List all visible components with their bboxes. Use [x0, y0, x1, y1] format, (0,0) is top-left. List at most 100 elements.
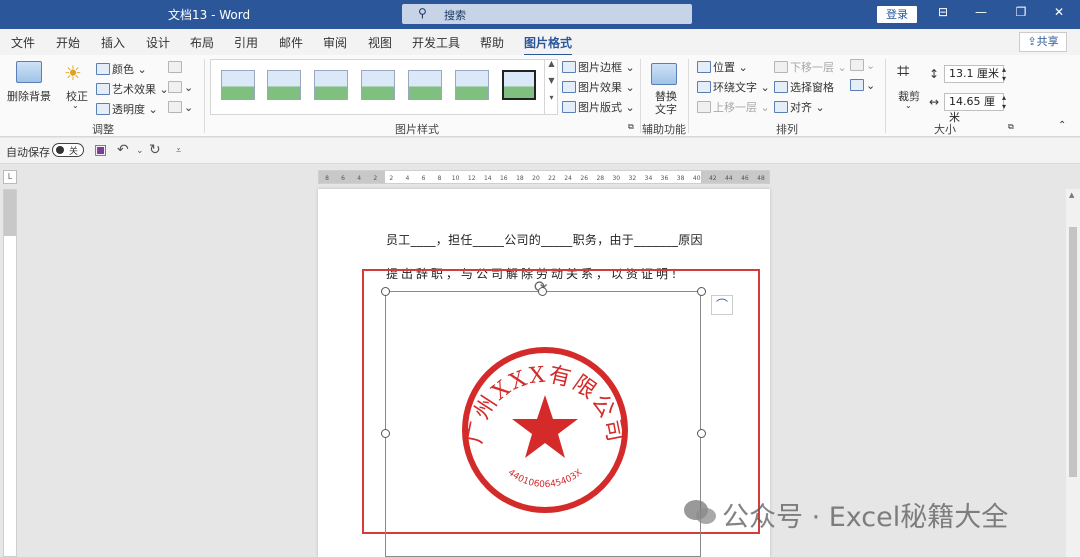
- style-thumb-5[interactable]: [408, 70, 442, 100]
- resize-handle-tl[interactable]: [381, 287, 390, 296]
- resize-handle-left[interactable]: [381, 429, 390, 438]
- send-backward-button[interactable]: 下移一层 ⌄: [774, 59, 847, 75]
- width-input[interactable]: 14.65 厘米: [944, 93, 1004, 124]
- alt-text-line2[interactable]: 文字: [655, 101, 677, 117]
- ribbon-display-icon[interactable]: ⊟: [934, 5, 952, 19]
- collapse-ribbon-icon[interactable]: ⌃: [1058, 120, 1066, 131]
- dialog-launcher-icon[interactable]: ⧉: [628, 122, 634, 132]
- tab-layout[interactable]: 布局: [190, 34, 214, 51]
- tab-file[interactable]: 文件: [11, 34, 35, 51]
- login-button[interactable]: 登录: [877, 6, 917, 23]
- picture-layout-button[interactable]: 图片版式 ⌄: [562, 99, 635, 115]
- resize-handle-tr[interactable]: [697, 287, 706, 296]
- style-thumb-7[interactable]: [502, 70, 536, 100]
- style-thumb-3[interactable]: [314, 70, 348, 100]
- style-thumb-2[interactable]: [267, 70, 301, 100]
- compress-pictures-icon[interactable]: [168, 61, 184, 74]
- color-icon: [96, 63, 110, 75]
- ruler-mark: 32: [629, 175, 637, 182]
- restore-icon[interactable]: ❐: [1012, 5, 1030, 19]
- gallery-scroller[interactable]: ▲ ▼ ▾: [544, 59, 558, 115]
- tab-developer[interactable]: 开发工具: [412, 34, 460, 51]
- vertical-ruler[interactable]: [3, 189, 17, 557]
- vertical-scrollbar[interactable]: ▲: [1066, 189, 1080, 557]
- save-icon[interactable]: ▣: [94, 142, 107, 158]
- tab-insert[interactable]: 插入: [101, 34, 125, 51]
- size-dialog-launcher-icon[interactable]: ⧉: [1008, 122, 1014, 132]
- style-thumb-6[interactable]: [455, 70, 489, 100]
- group-objects-icon[interactable]: ⌄: [850, 59, 875, 72]
- document-line-1[interactable]: 员工____，担任_____公司的_____职务，由于_______原因: [386, 231, 703, 248]
- bring-forward-button[interactable]: 上移一层 ⌄: [697, 99, 770, 115]
- reset-picture-icon[interactable]: ⌄: [168, 101, 193, 114]
- resize-handle-top[interactable]: [538, 287, 547, 296]
- tab-help[interactable]: 帮助: [480, 34, 504, 51]
- artistic-effects-label: 艺术效果: [112, 83, 156, 96]
- share-button[interactable]: ⇪共享: [1019, 32, 1067, 52]
- remove-background-button[interactable]: 删除背景: [7, 88, 51, 104]
- wrap-text-button[interactable]: 环绕文字 ⌄: [697, 79, 770, 95]
- share-label: 共享: [1036, 35, 1059, 48]
- chevron-down-icon[interactable]: ⌄: [72, 101, 79, 110]
- scroll-up-icon[interactable]: ▲: [1069, 191, 1074, 199]
- style-thumb-4[interactable]: [361, 70, 395, 100]
- horizontal-ruler[interactable]: 8 6 4 2 2 4 6 8 10 12 14 16 18 20 22 24 26 28 30 32 34 36 38 40…: [318, 170, 770, 184]
- ruler-mark: 8: [438, 175, 442, 182]
- tab-references[interactable]: 引用: [234, 34, 258, 51]
- width-spinner-icon[interactable]: ▴ ▾: [1002, 93, 1006, 111]
- ruler-ticks: 8 6 4 2 2 4 6 8 10 12 14 16 18 20 22 24 26 28 30 32 34 36 38 40…: [325, 175, 765, 182]
- change-picture-icon[interactable]: ⌄: [168, 81, 193, 94]
- redo-icon[interactable]: ↻: [149, 142, 161, 158]
- color-button[interactable]: 颜色 ⌄: [96, 61, 147, 77]
- ruler-mark: 4: [357, 175, 361, 182]
- close-icon[interactable]: ✕: [1050, 5, 1068, 19]
- separator: [640, 59, 641, 133]
- ruler-mark: 30: [612, 175, 620, 182]
- align-button[interactable]: 对齐 ⌄: [774, 99, 825, 115]
- vruler-top-margin: [4, 190, 16, 236]
- height-spinner-icon[interactable]: ▴ ▾: [1002, 65, 1006, 83]
- crop-icon[interactable]: ⌗: [897, 59, 909, 84]
- wrap-text-icon: [697, 81, 711, 93]
- crop-chevron-icon[interactable]: ⌄: [905, 101, 912, 110]
- tab-review[interactable]: 审阅: [323, 34, 347, 51]
- undo-icon[interactable]: ↶: [117, 142, 129, 158]
- alt-text-icon[interactable]: [651, 63, 677, 85]
- ribbon: 删除背景 ☀ 校正 ⌄ 颜色 ⌄ 艺术效果 ⌄ 透明度 ⌄ ⌄ ⌄ 调整 ▲ ▼…: [0, 55, 1080, 137]
- artistic-effects-button[interactable]: 艺术效果 ⌄: [96, 81, 169, 97]
- scrollbar-thumb[interactable]: [1069, 227, 1077, 477]
- tab-mailings[interactable]: 邮件: [279, 34, 303, 51]
- picture-effects-button[interactable]: 图片效果 ⌄: [562, 79, 635, 95]
- corrections-icon[interactable]: ☀: [64, 61, 82, 85]
- selection-pane-button[interactable]: 选择窗格: [774, 79, 834, 95]
- group-label-arrange: 排列: [776, 123, 798, 136]
- align-label: 对齐: [790, 101, 812, 114]
- search-box[interactable]: ⚲ 搜索: [402, 4, 692, 24]
- resize-handle-right[interactable]: [697, 429, 706, 438]
- ruler-mark: 2: [389, 175, 393, 182]
- rotate-objects-icon[interactable]: ⌄: [850, 79, 875, 92]
- position-button[interactable]: 位置 ⌄: [697, 59, 748, 75]
- tab-home[interactable]: 开始: [56, 34, 80, 51]
- tab-view[interactable]: 视图: [368, 34, 392, 51]
- tab-picture-format[interactable]: 图片格式: [524, 34, 573, 57]
- remove-background-icon[interactable]: [16, 61, 42, 83]
- customize-qat-icon[interactable]: ⩡: [176, 146, 181, 156]
- gallery-more-icon[interactable]: ▾: [545, 93, 558, 102]
- picture-border-button[interactable]: 图片边框 ⌄: [562, 59, 635, 75]
- tab-design[interactable]: 设计: [146, 34, 170, 51]
- ruler-mark: 38: [677, 175, 685, 182]
- gallery-down-icon[interactable]: ▼: [545, 76, 558, 85]
- minimize-icon[interactable]: —: [972, 5, 990, 19]
- tab-selector[interactable]: L: [3, 170, 17, 184]
- group-label-accessibility: 辅助功能: [642, 123, 686, 136]
- undo-dropdown-icon[interactable]: ⌄: [136, 146, 144, 156]
- title-bar: 文档13 - Word ⚲ 搜索 登录 ⊟ — ❐ ✕: [0, 0, 1080, 29]
- gallery-up-icon[interactable]: ▲: [545, 59, 558, 68]
- ruler-mark: 44: [725, 175, 733, 182]
- autosave-toggle[interactable]: 关: [52, 143, 84, 157]
- layout-options-icon[interactable]: ⌒: [711, 295, 733, 315]
- style-thumb-1[interactable]: [221, 70, 255, 100]
- transparency-button[interactable]: 透明度 ⌄: [96, 101, 158, 117]
- height-input[interactable]: 13.1 厘米: [944, 65, 1004, 83]
